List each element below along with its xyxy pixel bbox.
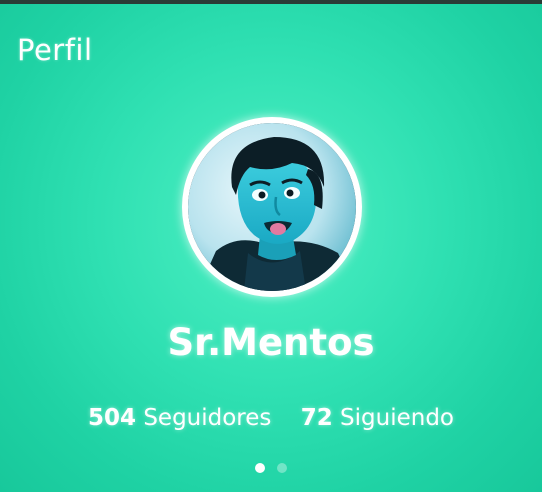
avatar-photo [188,123,356,291]
following-stat[interactable]: 72 Siguiendo [301,405,454,431]
profile-card: Perfil Sr.Mentos 504 Seguidores 72 Sigui… [0,0,542,492]
followers-label: Seguidores [143,405,272,431]
username: Sr.Mentos [167,321,375,364]
following-count: 72 [300,405,333,431]
page-dot-2[interactable] [277,463,287,473]
status-bar [0,0,542,4]
page-dot-1[interactable] [255,463,265,473]
followers-count: 504 [87,405,136,431]
following-label: Siguiendo [340,405,454,431]
page-indicator [0,463,542,473]
followers-stat[interactable]: 504 Seguidores [88,405,271,431]
page-title: Perfil [17,33,93,67]
avatar[interactable] [182,117,362,297]
profile-stats: 504 Seguidores 72 Siguiendo [0,405,542,431]
